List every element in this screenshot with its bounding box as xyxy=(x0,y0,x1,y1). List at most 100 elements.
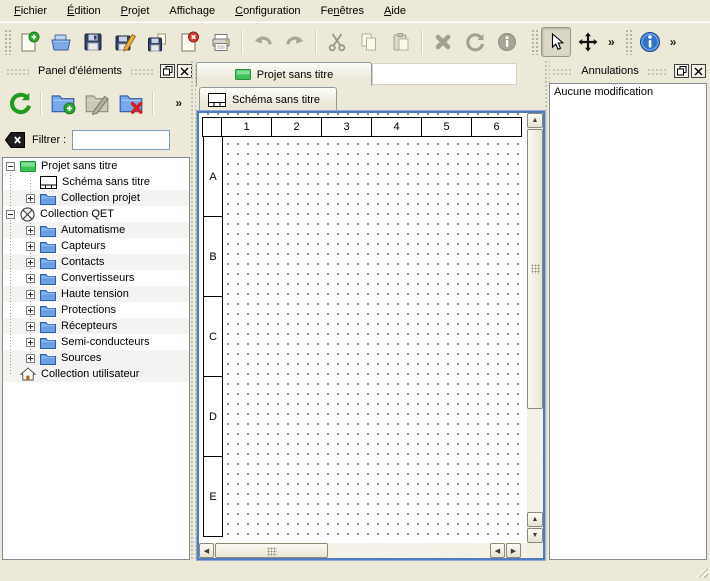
menu-affichage[interactable]: Affichage xyxy=(159,2,225,20)
row-header: C xyxy=(203,296,223,377)
scroll-down-button[interactable]: ▼ xyxy=(527,528,543,543)
tab-projet-sans-titre[interactable]: Projet sans titre xyxy=(196,62,372,86)
toolbar-overflow-button[interactable]: » xyxy=(604,35,619,49)
panel-toolbar-overflow-button[interactable]: » xyxy=(171,96,186,110)
undo-button[interactable] xyxy=(248,27,278,57)
undo-icon xyxy=(252,31,274,53)
undo-history-list: Aucune modification xyxy=(549,83,707,560)
selection-mode-button[interactable] xyxy=(541,27,571,57)
resize-grip-icon[interactable] xyxy=(695,565,708,578)
clear-filter-icon xyxy=(4,131,26,149)
float-panel-button[interactable] xyxy=(160,64,175,78)
scroll-up-button[interactable]: ▲ xyxy=(527,113,543,128)
row-header: A xyxy=(203,136,223,217)
collapse-expander-icon[interactable] xyxy=(6,162,15,171)
menu-projet[interactable]: Projet xyxy=(111,2,160,20)
expand-expander-icon[interactable] xyxy=(26,354,35,363)
tree-item-projet-sans-titre[interactable]: Projet sans titre xyxy=(3,158,189,174)
expand-expander-icon[interactable] xyxy=(26,242,35,251)
redo-button[interactable] xyxy=(280,27,310,57)
dock-header-texture xyxy=(130,68,154,75)
toolbar-handle[interactable] xyxy=(531,29,538,55)
schema-icon xyxy=(40,176,57,189)
tree-item-collection-projet[interactable]: Collection projet xyxy=(3,190,189,206)
toolbar-separator xyxy=(152,91,154,115)
qet-collection-icon xyxy=(20,207,35,222)
close-panel-button[interactable] xyxy=(691,64,706,78)
reload-collections-button[interactable] xyxy=(3,87,35,119)
float-panel-button[interactable] xyxy=(674,64,689,78)
tree-item-haute-tension[interactable]: Haute tension xyxy=(3,286,189,302)
paste-button[interactable] xyxy=(386,27,416,57)
tree-item-contacts[interactable]: Contacts xyxy=(3,254,189,270)
tree-item-sources[interactable]: Sources xyxy=(3,350,189,366)
project-information-button[interactable] xyxy=(635,27,665,57)
save-as-button[interactable] xyxy=(110,27,140,57)
tree-item-collection-utilisateur[interactable]: Collection utilisateur xyxy=(3,366,189,382)
delete-button[interactable] xyxy=(428,27,458,57)
expand-expander-icon[interactable] xyxy=(26,258,35,267)
toolbar-separator xyxy=(315,30,317,54)
undo-history-item[interactable]: Aucune modification xyxy=(550,84,706,100)
delete-category-button[interactable] xyxy=(115,87,147,119)
toolbar-overflow-button[interactable]: » xyxy=(666,35,681,49)
tree-item-collection-qet[interactable]: Collection QET xyxy=(3,206,189,222)
open-button[interactable] xyxy=(46,27,76,57)
vertical-scrollbar-thumb[interactable] xyxy=(527,129,543,409)
save-button[interactable] xyxy=(78,27,108,57)
toolbar-handle[interactable] xyxy=(4,29,11,55)
tree-item-schema-sans-titre[interactable]: Schéma sans titre xyxy=(3,174,189,190)
copy-icon xyxy=(358,31,380,53)
tree-item-capteurs[interactable]: Capteurs xyxy=(3,238,189,254)
tree-item-protections[interactable]: Protections xyxy=(3,302,189,318)
expand-expander-icon[interactable] xyxy=(26,306,35,315)
expand-expander-icon[interactable] xyxy=(26,338,35,347)
scroll-left-button[interactable]: ◀ xyxy=(199,543,214,558)
expand-expander-icon[interactable] xyxy=(26,274,35,283)
expand-expander-icon[interactable] xyxy=(26,226,35,235)
scroll-right-button[interactable]: ▶ xyxy=(506,543,521,558)
menu-edition[interactable]: Édition xyxy=(57,2,111,20)
new-document-button[interactable] xyxy=(14,27,44,57)
dock-header-texture xyxy=(6,68,30,75)
toolbar-handle[interactable] xyxy=(625,29,632,55)
menu-aide[interactable]: Aide xyxy=(374,2,416,20)
scroll-up-button[interactable]: ▲ xyxy=(527,512,543,527)
horizontal-scrollbar-thumb[interactable] xyxy=(215,543,328,558)
print-button[interactable] xyxy=(206,27,236,57)
tree-item-automatisme[interactable]: Automatisme xyxy=(3,222,189,238)
clear-filter-button[interactable] xyxy=(2,129,28,151)
tree-item-convertisseurs[interactable]: Convertisseurs xyxy=(3,270,189,286)
menu-configuration[interactable]: Configuration xyxy=(225,2,310,20)
column-header: 5 xyxy=(421,117,472,137)
visualisation-mode-button[interactable] xyxy=(573,27,603,57)
folder-icon xyxy=(40,304,56,317)
tab-schema-sans-titre[interactable]: Schéma sans titre xyxy=(199,87,337,111)
tree-item-recepteurs[interactable]: Récepteurs xyxy=(3,318,189,334)
close-document-button[interactable] xyxy=(174,27,204,57)
expand-expander-icon[interactable] xyxy=(26,194,35,203)
save-all-button[interactable] xyxy=(142,27,172,57)
tree-item-semi-conducteurs[interactable]: Semi-conducteurs xyxy=(3,334,189,350)
edit-category-button[interactable] xyxy=(81,87,113,119)
new-category-button[interactable] xyxy=(47,87,79,119)
rotate-button[interactable] xyxy=(460,27,490,57)
print-icon xyxy=(210,31,232,53)
cut-button[interactable] xyxy=(322,27,352,57)
information-button[interactable] xyxy=(492,27,522,57)
filter-input[interactable] xyxy=(72,130,170,150)
menu-fenetres[interactable]: Fenêtres xyxy=(311,2,374,20)
scroll-left-button[interactable]: ◀ xyxy=(490,543,505,558)
schema-canvas[interactable]: 1 2 3 4 5 6 A B C D E xyxy=(199,113,527,543)
folder-icon xyxy=(40,320,56,333)
dock-header-texture xyxy=(552,68,573,75)
row-header: E xyxy=(203,456,223,537)
information-blue-icon xyxy=(638,30,662,54)
copy-button[interactable] xyxy=(354,27,384,57)
toolbar-separator xyxy=(241,30,243,54)
menu-fichier[interactable]: Fichier xyxy=(4,2,57,20)
collapse-expander-icon[interactable] xyxy=(6,210,15,219)
undo-panel-header: Annulations xyxy=(548,62,706,80)
expand-expander-icon[interactable] xyxy=(26,290,35,299)
expand-expander-icon[interactable] xyxy=(26,322,35,331)
